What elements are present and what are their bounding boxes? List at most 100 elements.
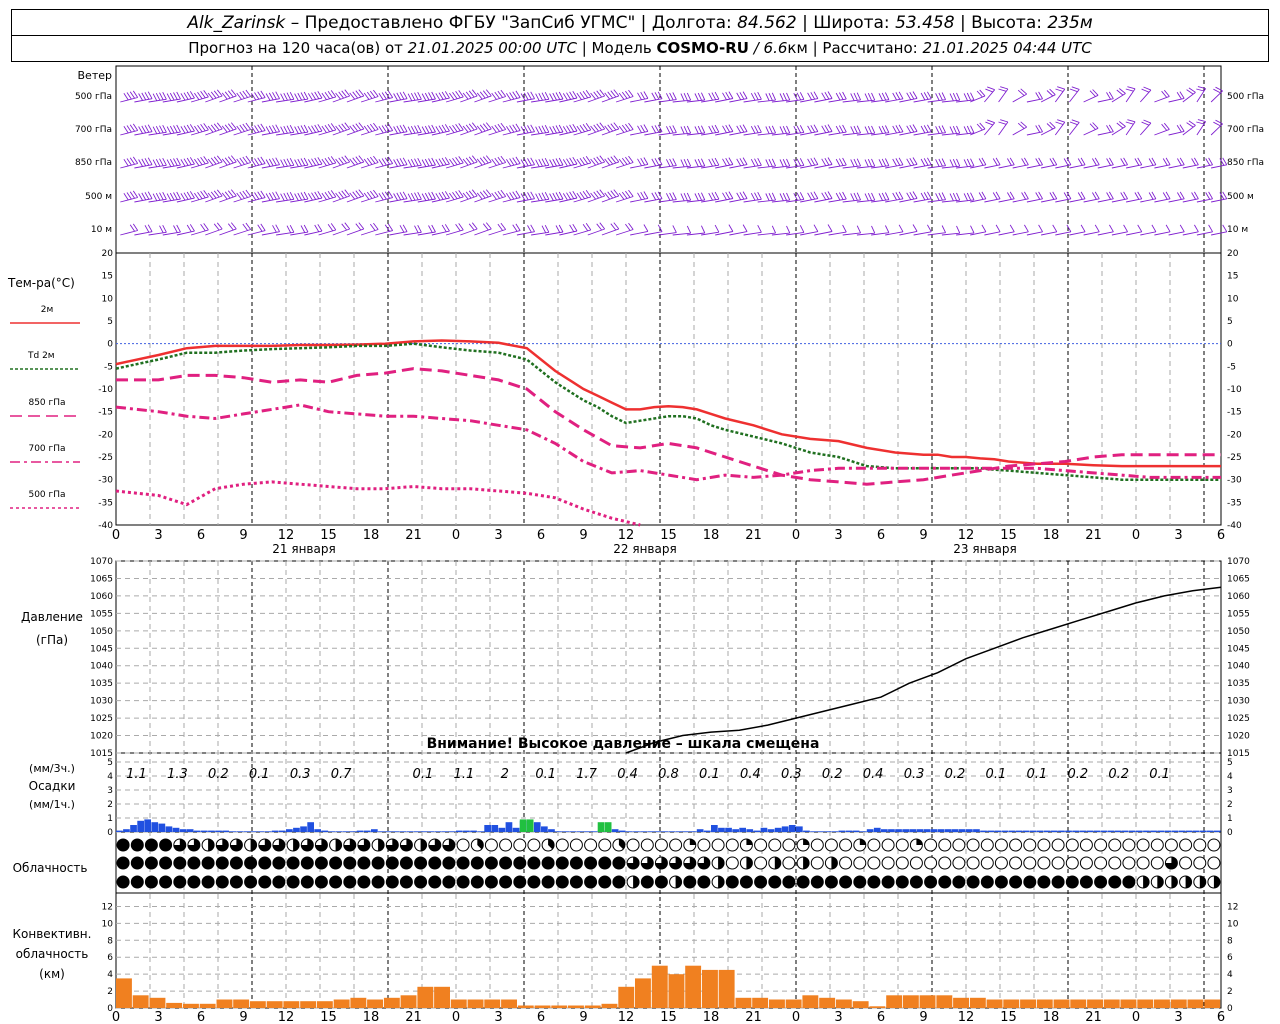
conv-bar	[969, 997, 986, 1008]
precip-bar	[569, 831, 576, 832]
conv-ytick-label-right: 12	[1227, 902, 1238, 912]
x-tick-label: 6	[537, 528, 545, 543]
conv-bar	[350, 997, 367, 1008]
wind-level-10m: 10 м	[91, 225, 112, 235]
precip-bar	[1029, 830, 1037, 832]
x-tick-label-bottom: 3	[1174, 1010, 1182, 1024]
convective-title-1: Конвективн.	[13, 927, 92, 941]
wind-barb	[1154, 157, 1171, 169]
temp-line-1	[115, 342, 1221, 481]
precip-bar	[852, 830, 860, 832]
conv-bar	[635, 978, 651, 1008]
cloud-symbol	[527, 856, 541, 870]
cloud-symbol	[1051, 856, 1065, 870]
conv-bar	[1170, 999, 1187, 1008]
cloud-symbol	[1051, 875, 1065, 889]
x-tick-label: 18	[363, 528, 380, 543]
conv-bar	[417, 986, 434, 1008]
press-ytick-label-right: 1025	[1227, 714, 1250, 724]
precip-bar	[243, 831, 251, 832]
cloud-symbol	[144, 838, 158, 852]
cloud-symbol	[839, 838, 853, 852]
cloud-symbol	[626, 838, 640, 852]
wind-barb	[984, 157, 1001, 169]
conv-bar	[835, 999, 852, 1008]
precip-bar	[186, 829, 194, 832]
cloud-symbol	[329, 875, 343, 889]
wind-barb	[1040, 121, 1056, 136]
cloud-symbol	[584, 875, 598, 889]
cloud-symbol	[399, 875, 413, 889]
conv-bar	[199, 1003, 216, 1008]
press-ytick-label-right: 1070	[1227, 557, 1250, 567]
cloud-symbol	[159, 838, 173, 852]
conv-bar	[484, 999, 501, 1008]
cloud-symbol	[272, 856, 286, 870]
precip-bar	[1157, 830, 1164, 832]
cloud-symbol-fill	[335, 839, 342, 851]
precip-3h-label: 0.8	[658, 767, 679, 782]
convective-cloud-bars	[116, 965, 1221, 1008]
precip-bar	[909, 829, 916, 832]
cloud-symbol	[612, 875, 626, 889]
precip-3h-label: 2	[501, 767, 509, 782]
temp-legend-label-0: 2м	[41, 305, 54, 315]
wind-level-700hpa-right: 700 гПа	[1227, 125, 1264, 135]
conv-bar	[1070, 999, 1087, 1008]
cloud-symbol	[371, 856, 385, 870]
cloud-symbol	[1179, 856, 1193, 870]
precip-bar	[966, 829, 973, 832]
cloud-symbol	[343, 875, 357, 889]
wind-barb	[1154, 122, 1170, 136]
x-tick-label: 12	[618, 528, 635, 543]
conv-bar	[601, 1003, 618, 1008]
cloud-symbol	[683, 875, 697, 889]
cloud-symbol	[1023, 838, 1037, 852]
conv-bar	[316, 1001, 333, 1008]
wind-barb	[1126, 157, 1143, 169]
precip-bar	[1051, 830, 1058, 832]
wind-barb	[1168, 191, 1185, 203]
cloud-symbol	[824, 838, 838, 852]
precip-bar	[208, 830, 215, 832]
x-tick-label-bottom: 12	[278, 1010, 295, 1024]
x-tick-label-bottom: 6	[877, 1010, 885, 1024]
x-tick-label: 21	[1085, 528, 1102, 543]
wind-barb	[1026, 124, 1043, 136]
temp-ytick-label-right: -40	[1227, 521, 1242, 531]
conv-bar	[216, 999, 233, 1008]
precip-bar	[1022, 830, 1030, 832]
precip-bar	[335, 831, 343, 832]
cloud-symbol-fill	[803, 839, 810, 845]
conv-ytick-label-right: 0	[1227, 1004, 1233, 1014]
cloud-symbol	[640, 838, 654, 852]
cloud-symbol	[980, 838, 994, 852]
conv-bar	[769, 999, 785, 1008]
press-ytick-label: 1045	[90, 644, 113, 654]
conv-bar	[718, 969, 735, 1008]
cloud-symbol	[159, 856, 173, 870]
cloud-symbol	[1037, 838, 1051, 852]
cloud-symbol	[1079, 856, 1093, 870]
precip-bar	[732, 829, 739, 832]
wind-barb	[1182, 191, 1199, 203]
conv-ytick-label-right: 4	[1227, 970, 1233, 980]
precip-bar	[1178, 830, 1186, 832]
precip-bar	[271, 830, 279, 832]
precip-bar	[264, 831, 272, 832]
precip-bar	[1121, 830, 1129, 832]
precip-bar	[788, 825, 796, 832]
cloud-symbol-fill	[675, 876, 682, 888]
cloud-symbol	[1037, 856, 1051, 870]
wind-barb	[1111, 191, 1128, 203]
x-tick-label-bottom: 15	[660, 1010, 677, 1024]
precip-bar	[201, 830, 208, 832]
conv-bar	[1003, 999, 1020, 1008]
precip-bar	[611, 829, 619, 832]
precip-bar	[541, 826, 548, 832]
wind-barb	[1069, 157, 1086, 169]
press-ytick-label-right: 1030	[1227, 697, 1250, 707]
wind-barb	[1083, 89, 1099, 103]
press-ytick-label: 1065	[90, 574, 113, 584]
precip-bar	[413, 831, 421, 832]
